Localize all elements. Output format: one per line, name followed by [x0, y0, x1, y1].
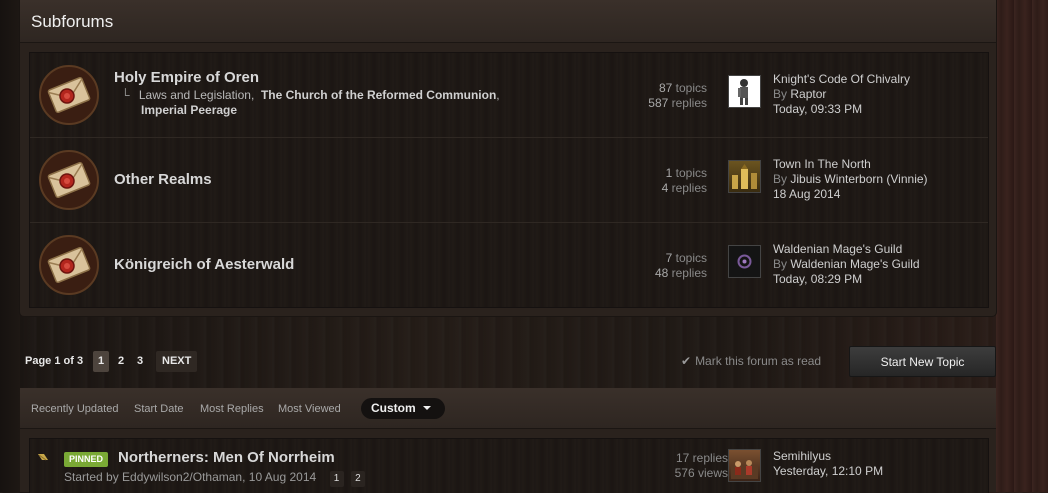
forum-list: Holy Empire of Oren └ Laws and Legislati…	[29, 52, 989, 308]
topic-replies: 17 replies	[675, 451, 728, 465]
start-new-topic-button[interactable]: Start New Topic	[849, 346, 996, 377]
last-post-title[interactable]: Town In The North	[773, 157, 928, 172]
forum-name[interactable]: Other Realms	[114, 171, 212, 188]
forum-row[interactable]: Königreich of Aesterwald 7 topics 48 rep…	[30, 223, 988, 307]
last-post-info: Knight's Code Of Chivalry By Raptor Toda…	[773, 72, 910, 117]
topic-views: 576 views	[674, 466, 728, 480]
topic-page-2[interactable]: 2	[350, 471, 365, 487]
topic-meta: Started by Eddywilson2/Othaman, 10 Aug 2…	[64, 470, 365, 487]
sort-recently-updated[interactable]: Recently Updated	[31, 403, 118, 415]
replies-count: 48	[654, 266, 669, 280]
page-label: Page 1 of 3	[25, 355, 84, 367]
by-label: By	[773, 172, 788, 186]
tree-branch-icon: └	[121, 88, 130, 102]
last-post-title[interactable]: Waldenian Mage's Guild	[773, 242, 920, 257]
page-3-button[interactable]: 3	[132, 351, 148, 372]
topics-label: topics	[675, 251, 707, 265]
battle-avatar-icon	[731, 460, 758, 479]
last-post-info: Town In The North By Jibuis Winterborn (…	[773, 157, 928, 202]
last-post-avatar[interactable]	[728, 160, 761, 193]
last-post-author[interactable]: Jibuis Winterborn (Vinnie)	[790, 172, 927, 186]
topic-last-info: Semihilyus Yesterday, 12:10 PM	[773, 449, 883, 479]
subcategory-link[interactable]: Laws and Legislation	[139, 88, 251, 102]
forum-name[interactable]: Königreich of Aesterwald	[114, 256, 294, 273]
replies-count: 587	[648, 96, 669, 110]
forum-row[interactable]: Holy Empire of Oren └ Laws and Legislati…	[30, 53, 988, 138]
forum-row[interactable]: Other Realms 1 topics 4 replies Town In …	[30, 138, 988, 223]
last-post-date: Today, 08:29 PM	[773, 272, 863, 286]
subcategory-list: └ Laws and Legislation, The Church of th…	[121, 88, 500, 117]
topics-label: topics	[675, 81, 707, 95]
knight-avatar-icon	[738, 79, 748, 105]
sort-start-date[interactable]: Start Date	[134, 403, 184, 415]
topic-page-1[interactable]: 1	[329, 471, 344, 487]
forum-stats: 87 topics 587 replies	[648, 81, 707, 111]
page-edge-left	[0, 0, 20, 492]
caret-down-icon	[423, 406, 431, 410]
last-post-author[interactable]: Raptor	[790, 87, 826, 101]
sort-custom-dropdown[interactable]: Custom	[361, 398, 445, 419]
last-post-date: 18 Aug 2014	[773, 187, 841, 201]
topics-count: 7	[665, 251, 673, 265]
last-post-title[interactable]: Knight's Code Of Chivalry	[773, 72, 910, 87]
topic-last-date: Yesterday, 12:10 PM	[773, 464, 884, 478]
replies-label: replies	[671, 181, 707, 195]
checkmark-icon: ✔	[681, 354, 692, 368]
topic-started-by[interactable]: Started by Eddywilson2/Othaman, 10 Aug 2…	[64, 470, 316, 484]
sort-most-replies[interactable]: Most Replies	[200, 403, 264, 415]
replies-label: replies	[671, 96, 707, 110]
mage-guild-avatar-icon	[737, 254, 752, 269]
replies-count: 4	[661, 181, 669, 195]
last-post-info: Waldenian Mage's Guild By Waldenian Mage…	[773, 242, 920, 287]
topic-stats: 17 replies 576 views	[675, 451, 728, 481]
topic-list: PINNED Northerners: Men Of Norrheim Star…	[29, 438, 989, 493]
sort-bar: Recently Updated Start Date Most Replies…	[20, 388, 996, 429]
envelope-seal-icon	[39, 235, 99, 295]
envelope-seal-icon	[39, 65, 99, 125]
forum-name[interactable]: Holy Empire of Oren	[114, 69, 259, 86]
subcategory-link[interactable]: Imperial Peerage	[141, 103, 237, 117]
mark-read-label: Mark this forum as read	[695, 354, 822, 368]
last-post-avatar[interactable]	[728, 75, 761, 108]
sort-most-viewed[interactable]: Most Viewed	[278, 403, 341, 415]
last-post-author[interactable]: Waldenian Mage's Guild	[790, 257, 919, 271]
topics-count: 87	[658, 81, 673, 95]
envelope-seal-icon	[39, 150, 99, 210]
topics-panel: Recently Updated Start Date Most Replies…	[20, 388, 996, 493]
topic-title[interactable]: Northerners: Men Of Norrheim	[118, 449, 335, 466]
by-label: By	[773, 257, 788, 271]
replies-label: replies	[671, 266, 707, 280]
subforums-panel: Subforums Holy Empire of Oren └ Laws and…	[20, 0, 996, 316]
subforums-header: Subforums	[20, 0, 996, 43]
forum-stats: 1 topics 4 replies	[662, 166, 707, 196]
town-avatar-icon	[732, 164, 757, 189]
pinned-badge: PINNED	[64, 452, 109, 467]
next-page-button[interactable]: NEXT	[156, 351, 198, 372]
last-post-date: Today, 09:33 PM	[773, 102, 863, 116]
forum-stats: 7 topics 48 replies	[655, 251, 707, 281]
topic-last-author[interactable]: Semihilyus	[773, 449, 883, 464]
page-2-button[interactable]: 2	[113, 351, 129, 372]
by-label: By	[773, 87, 788, 101]
page-1-button[interactable]: 1	[93, 351, 109, 372]
subcategory-link[interactable]: The Church of the Reformed Communion	[261, 88, 496, 102]
page-edge-right	[996, 0, 1048, 492]
topics-count: 1	[665, 166, 673, 180]
pin-icon	[38, 454, 48, 461]
subforums-title: Subforums	[31, 12, 114, 31]
mark-read-link[interactable]: ✔ Mark this forum as read	[681, 354, 821, 368]
last-post-avatar[interactable]	[728, 245, 761, 278]
topics-label: topics	[675, 166, 707, 180]
sort-custom-label: Custom	[371, 401, 416, 415]
topic-last-avatar[interactable]	[728, 449, 761, 482]
